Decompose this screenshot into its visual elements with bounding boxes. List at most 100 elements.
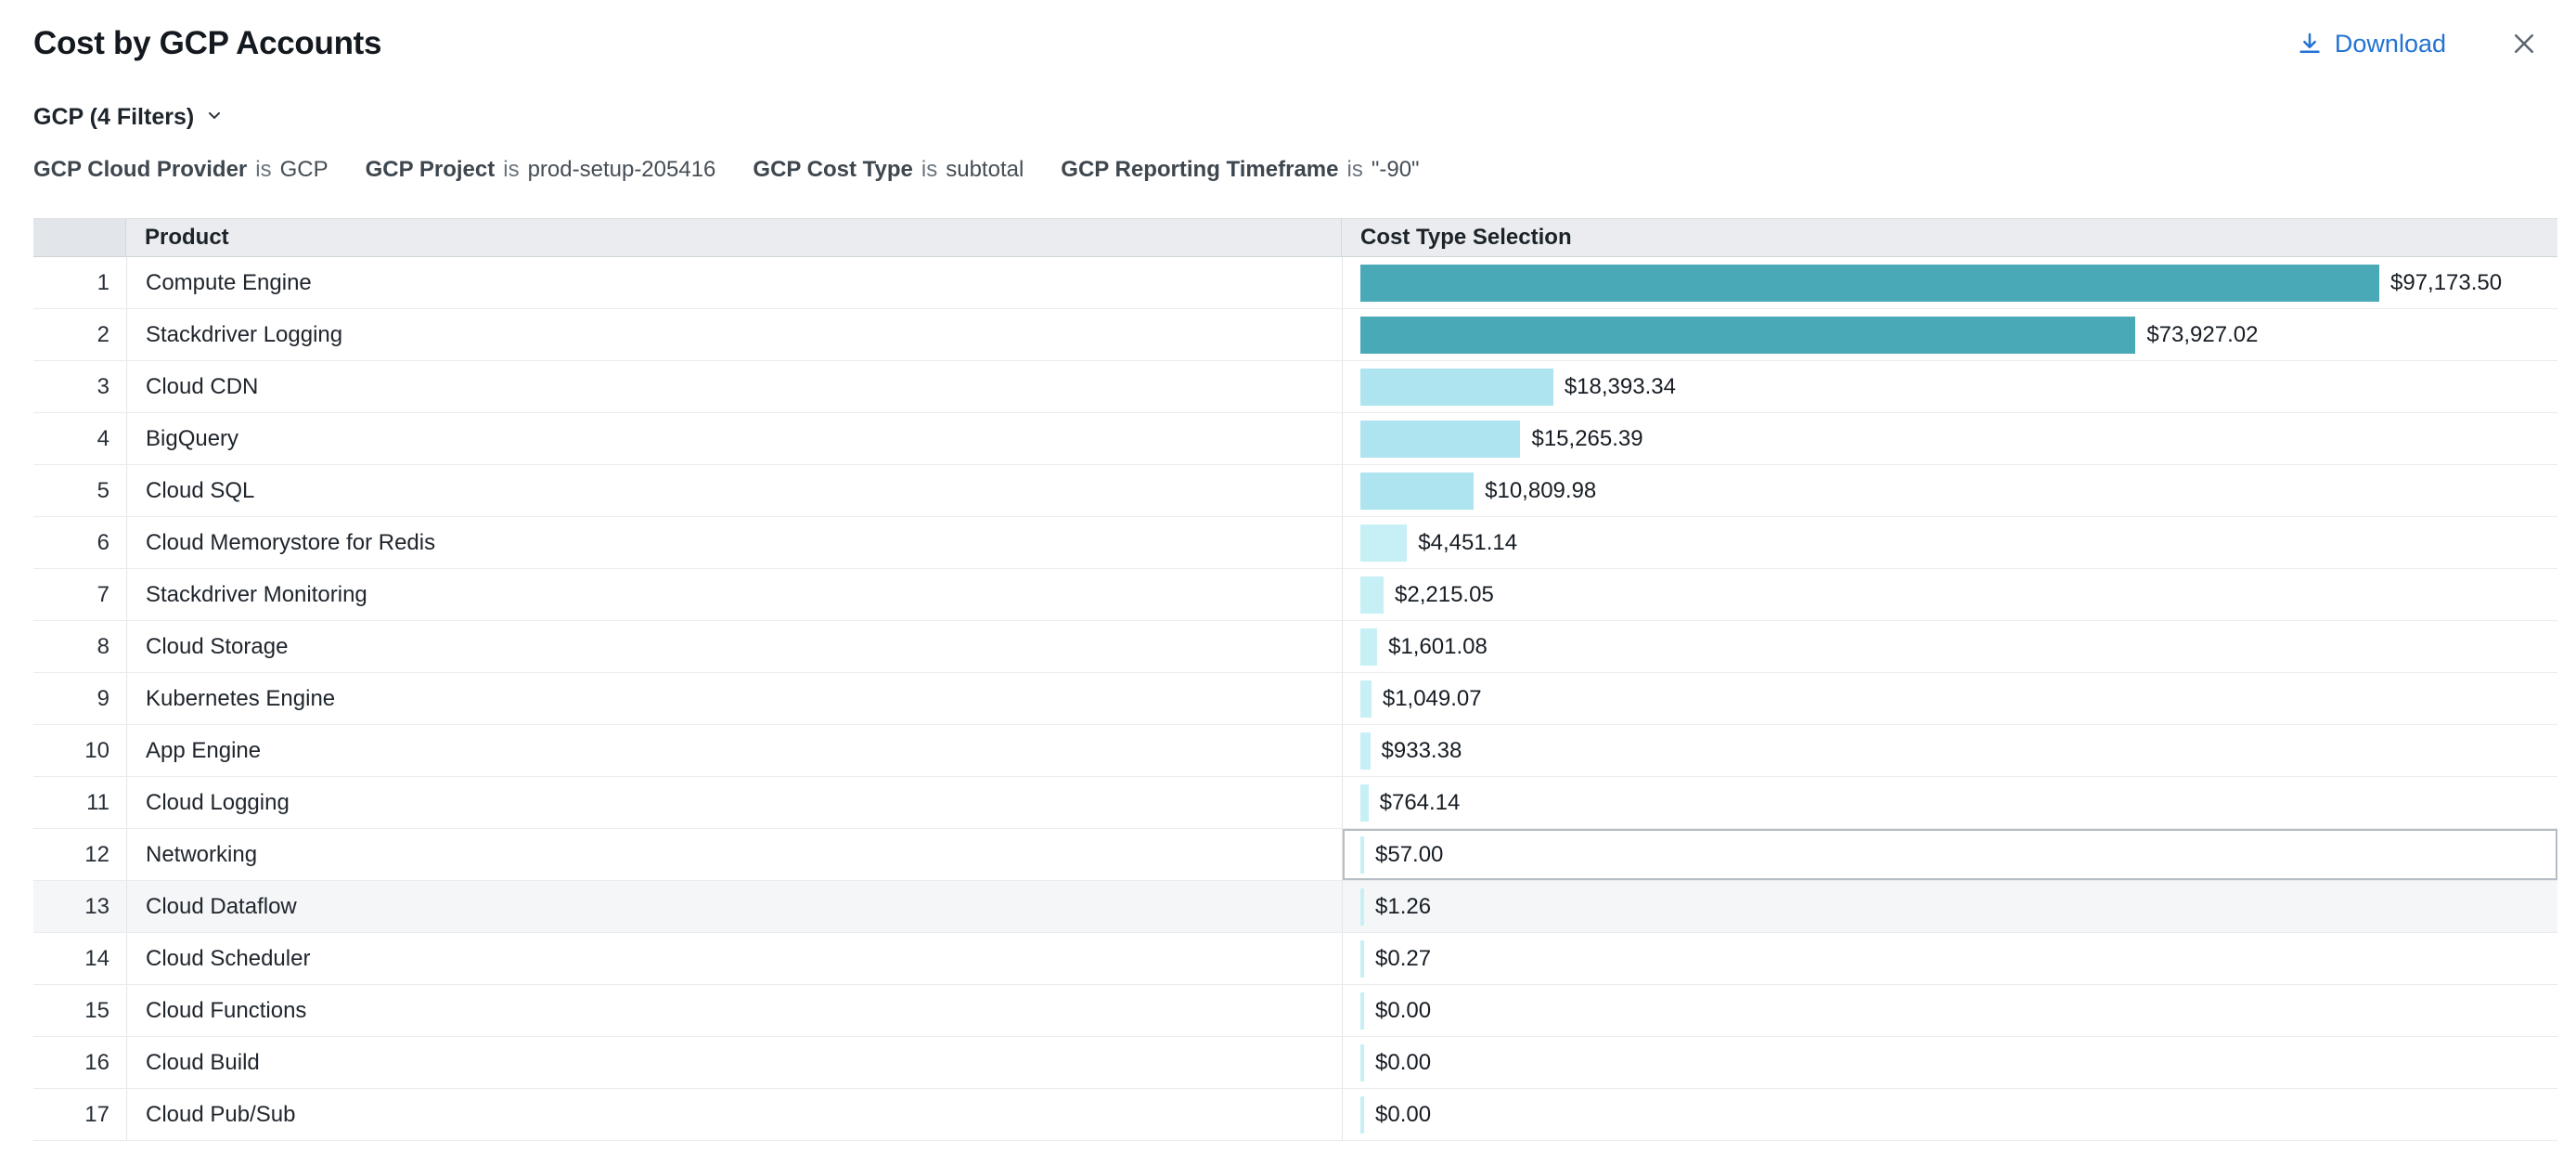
cost-cell[interactable]: $0.00 <box>1342 1089 2557 1140</box>
table-row[interactable]: 14Cloud Scheduler$0.27 <box>33 933 2557 985</box>
table-row[interactable]: 7Stackdriver Monitoring$2,215.05 <box>33 569 2557 621</box>
product-cell[interactable]: Cloud Dataflow <box>126 881 1342 932</box>
table-row[interactable]: 2Stackdriver Logging$73,927.02 <box>33 309 2557 361</box>
cost-cell[interactable]: $0.00 <box>1342 985 2557 1036</box>
table-row[interactable]: 10App Engine$933.38 <box>33 725 2557 777</box>
cost-cell[interactable]: $57.00 <box>1342 829 2557 880</box>
cost-value: $764.14 <box>1380 777 1461 829</box>
download-label: Download <box>2335 30 2446 58</box>
row-number[interactable]: 17 <box>33 1089 126 1140</box>
cost-by-gcp-accounts-panel: Cost by GCP Accounts Download GCP (4 Fil… <box>0 0 2576 1141</box>
table-row[interactable]: 12Networking$57.00 <box>33 829 2557 881</box>
table-row[interactable]: 11Cloud Logging $764.14 <box>33 777 2557 829</box>
row-number[interactable]: 16 <box>33 1037 126 1088</box>
cost-cell[interactable]: $0.27 <box>1342 933 2557 984</box>
cost-cell[interactable]: $15,265.39 <box>1342 413 2557 464</box>
cost-cell[interactable]: $1,049.07 <box>1342 673 2557 724</box>
product-cell[interactable]: Cloud Pub/Sub <box>126 1089 1342 1140</box>
filter-item[interactable]: GCP Cost Type is subtotal <box>753 157 1024 183</box>
filter-item[interactable]: GCP Reporting Timeframe is "-90" <box>1061 157 1419 183</box>
row-number[interactable]: 4 <box>33 413 126 464</box>
cost-bar <box>1360 628 1377 666</box>
table-row[interactable]: 17Cloud Pub/Sub $0.00 <box>33 1089 2557 1141</box>
cost-type-selection-column-header[interactable]: Cost Type Selection <box>1342 219 2557 256</box>
row-number[interactable]: 14 <box>33 933 126 984</box>
filter-name: GCP Project <box>366 157 496 183</box>
cost-cell[interactable]: $18,393.34 <box>1342 361 2557 412</box>
product-cell[interactable]: App Engine <box>126 725 1342 776</box>
filter-value: GCP <box>280 157 328 183</box>
product-cell[interactable]: Cloud Scheduler <box>126 933 1342 984</box>
table-row[interactable]: 1Compute Engine$97,173.50 <box>33 257 2557 309</box>
cost-cell[interactable]: $73,927.02 <box>1342 309 2557 360</box>
table-row[interactable]: 15Cloud Functions $0.00 <box>33 985 2557 1037</box>
table-row[interactable]: 6Cloud Memorystore for Redis$4,451.14 <box>33 517 2557 569</box>
filters-summary-label: GCP (4 Filters) <box>33 104 194 131</box>
filters-summary[interactable]: GCP (4 Filters) <box>33 104 224 131</box>
cost-cell[interactable]: $933.38 <box>1342 725 2557 776</box>
row-number[interactable]: 8 <box>33 621 126 672</box>
row-number[interactable]: 12 <box>33 829 126 880</box>
table-row[interactable]: 13Cloud Dataflow$1.26 <box>33 881 2557 933</box>
cost-cell[interactable]: $10,809.98 <box>1342 465 2557 516</box>
row-number[interactable]: 15 <box>33 985 126 1036</box>
table-row[interactable]: 3Cloud CDN$18,393.34 <box>33 361 2557 413</box>
product-cell[interactable]: Cloud SQL <box>126 465 1342 516</box>
row-number[interactable]: 7 <box>33 569 126 620</box>
cost-cell[interactable]: $97,173.50 <box>1342 257 2557 308</box>
product-column-header[interactable]: Product <box>126 219 1342 256</box>
row-number[interactable]: 11 <box>33 777 126 828</box>
filter-item[interactable]: GCP Cloud Provider is GCP <box>33 157 328 183</box>
filter-name: GCP Cost Type <box>753 157 912 183</box>
cost-cell[interactable]: $1,601.08 <box>1342 621 2557 672</box>
cost-cell[interactable]: $2,215.05 <box>1342 569 2557 620</box>
cost-value: $1,049.07 <box>1383 673 1482 725</box>
filter-item[interactable]: GCP Project is prod-setup-205416 <box>366 157 716 183</box>
cost-value: $0.00 <box>1375 1089 1431 1141</box>
table-row[interactable]: 4BigQuery$15,265.39 <box>33 413 2557 465</box>
row-number[interactable]: 3 <box>33 361 126 412</box>
row-number[interactable]: 9 <box>33 673 126 724</box>
product-cell[interactable]: Networking <box>126 829 1342 880</box>
chevron-down-icon <box>205 104 224 131</box>
cost-bar <box>1360 940 1364 978</box>
product-cell[interactable]: Cloud Memorystore for Redis <box>126 517 1342 568</box>
row-number[interactable]: 6 <box>33 517 126 568</box>
product-cell[interactable]: Cloud Functions <box>126 985 1342 1036</box>
filter-name: GCP Reporting Timeframe <box>1061 157 1338 183</box>
product-cell[interactable]: Cloud Storage <box>126 621 1342 672</box>
cost-bar <box>1360 317 2135 354</box>
table-row[interactable]: 9Kubernetes Engine $1,049.07 <box>33 673 2557 725</box>
cost-value: $10,809.98 <box>1485 465 1596 517</box>
close-icon[interactable] <box>2505 25 2543 62</box>
download-button[interactable]: Download <box>2296 30 2446 58</box>
row-number[interactable]: 1 <box>33 257 126 308</box>
product-cell[interactable]: Stackdriver Logging <box>126 309 1342 360</box>
table-body: 1Compute Engine$97,173.502Stackdriver Lo… <box>33 257 2557 1141</box>
cost-value: $0.00 <box>1375 985 1431 1037</box>
cost-cell[interactable]: $764.14 <box>1342 777 2557 828</box>
cost-cell[interactable]: $1.26 <box>1342 881 2557 932</box>
product-cell[interactable]: Cloud CDN <box>126 361 1342 412</box>
product-cell[interactable]: Compute Engine <box>126 257 1342 308</box>
product-cell[interactable]: Kubernetes Engine <box>126 673 1342 724</box>
cost-cell[interactable]: $4,451.14 <box>1342 517 2557 568</box>
cost-bar <box>1360 421 1520 458</box>
product-cell[interactable]: Cloud Logging <box>126 777 1342 828</box>
filter-value: prod-setup-205416 <box>528 157 716 183</box>
table-row[interactable]: 16Cloud Build$0.00 <box>33 1037 2557 1089</box>
filter-name: GCP Cloud Provider <box>33 157 247 183</box>
table-row[interactable]: 5Cloud SQL $10,809.98 <box>33 465 2557 517</box>
row-number[interactable]: 2 <box>33 309 126 360</box>
filter-value: "-90" <box>1372 157 1420 183</box>
cost-cell[interactable]: $0.00 <box>1342 1037 2557 1088</box>
table-row[interactable]: 8Cloud Storage $1,601.08 <box>33 621 2557 673</box>
product-cell[interactable]: BigQuery <box>126 413 1342 464</box>
page-title: Cost by GCP Accounts <box>33 24 381 63</box>
product-cell[interactable]: Stackdriver Monitoring <box>126 569 1342 620</box>
row-number[interactable]: 13 <box>33 881 126 932</box>
row-number[interactable]: 10 <box>33 725 126 776</box>
cost-value: $1,601.08 <box>1388 621 1488 673</box>
row-number[interactable]: 5 <box>33 465 126 516</box>
product-cell[interactable]: Cloud Build <box>126 1037 1342 1088</box>
